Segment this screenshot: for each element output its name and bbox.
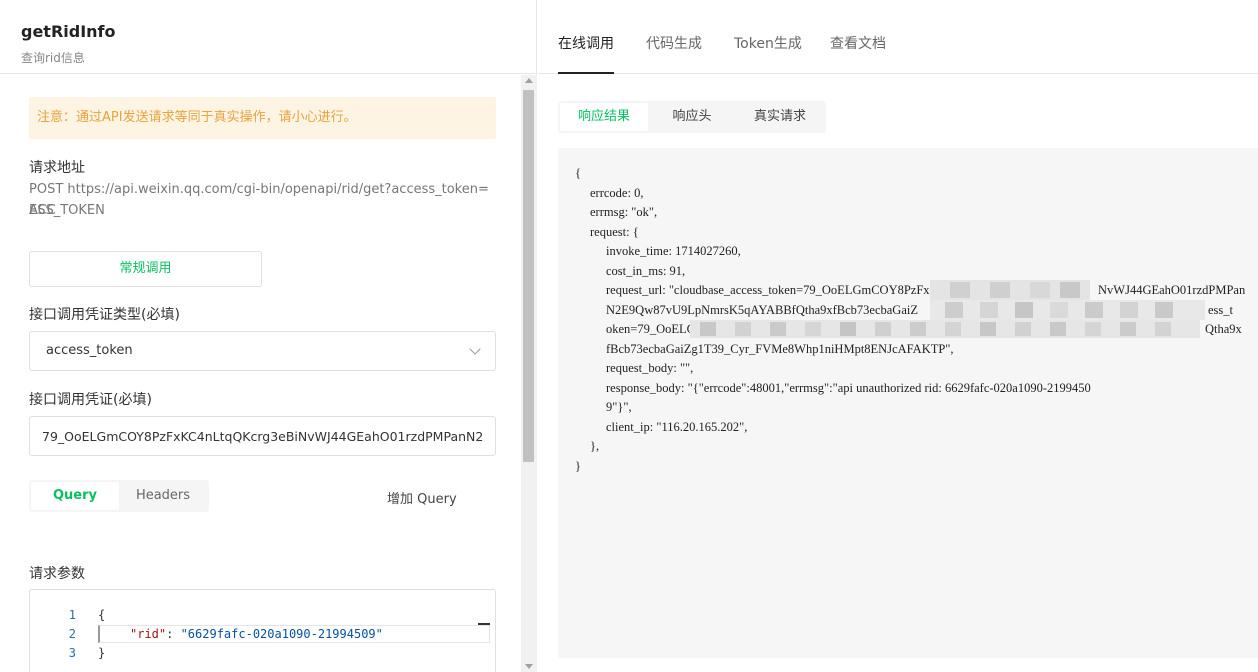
tab-query[interactable]: Query [31,482,119,510]
subtab-real-request[interactable]: 真实请求 [736,103,824,131]
scroll-down-icon[interactable] [525,664,533,669]
add-query-button[interactable]: 增加 Query [387,488,457,507]
response-line: invoke_time: 1714027260, [606,244,741,258]
redaction-mosaic [690,280,1205,338]
tab-code-gen[interactable]: 代码生成 [646,33,702,53]
response-fragment: Qtha9x [1205,322,1242,336]
subtab-response-result[interactable]: 响应结果 [560,103,648,131]
credential-type-value: access_token [46,343,133,358]
response-line: }, [590,439,600,453]
api-description: 查询rid信息 [21,51,85,65]
json-key: "rid" [130,627,167,641]
response-line: { [575,166,581,180]
response-subtabs: 响应结果 响应头 真实请求 [558,101,826,133]
request-url-line2: ESS_TOKEN [29,203,105,218]
tab-online-call[interactable]: 在线调用 [558,33,614,53]
line-number: 3 [68,646,76,660]
warning-notice: 注意：通过API发送请求等同于真实操作，请小心进行。 [29,97,496,139]
api-header: getRidInfo 查询rid信息 [0,0,537,74]
response-line: client_ip: "116.20.165.202", [606,420,748,434]
subtab-response-headers[interactable]: 响应头 [648,103,736,131]
credential-type-label: 接口调用凭证类型(必填) [29,307,180,323]
response-line: oken=79_OoELG [606,322,696,336]
credential-type-select[interactable]: access_token [29,331,496,371]
request-url-label: 请求地址 [29,160,85,176]
response-output [558,148,1258,658]
response-line: request_body: "", [606,361,694,375]
response-line: 9"}", [606,400,632,414]
param-tabs: Query Headers [29,480,209,512]
tab-view-docs[interactable]: 查看文档 [830,33,886,53]
response-line: errcode: 0, [590,186,644,200]
scroll-thumb[interactable] [523,90,534,462]
params-code-editor[interactable]: 1 { 2 "rid": "6629fafc-020a1090-21994509… [29,589,496,672]
request-params-label: 请求参数 [29,566,85,582]
active-tab-indicator [558,72,614,74]
response-line: } [575,459,581,473]
code-line: { [98,608,106,622]
code-line: "rid": "6629fafc-020a1090-21994509" [130,627,383,641]
json-sep: : [166,627,181,641]
response-line: errmsg: "ok", [590,205,658,219]
credential-label: 接口调用凭证(必填) [29,392,152,408]
line-number: 1 [68,608,76,622]
credential-input[interactable] [29,416,496,456]
response-line: request: { [590,225,639,239]
normal-call-button[interactable]: 常规调用 [29,251,262,287]
cursor-marker [478,623,490,625]
json-value: "6629fafc-020a1090-21994509" [180,627,383,641]
scroll-up-icon[interactable] [525,78,533,83]
line-number: 2 [68,627,76,641]
tab-token-gen[interactable]: Token生成 [734,33,802,53]
response-line: fBcb73ecbaGaiZg1T39_Cyr_FVMe8Whp1niHMpt8… [606,342,954,356]
code-line: } [98,646,106,660]
api-name: getRidInfo [21,22,116,41]
chevron-down-icon [469,343,481,355]
response-line: response_body: "{"errcode":48001,"errmsg… [606,381,1091,395]
response-line: cost_in_ms: 91, [606,264,686,278]
tab-headers[interactable]: Headers [119,482,207,510]
response-fragment: ess_t [1208,303,1233,317]
